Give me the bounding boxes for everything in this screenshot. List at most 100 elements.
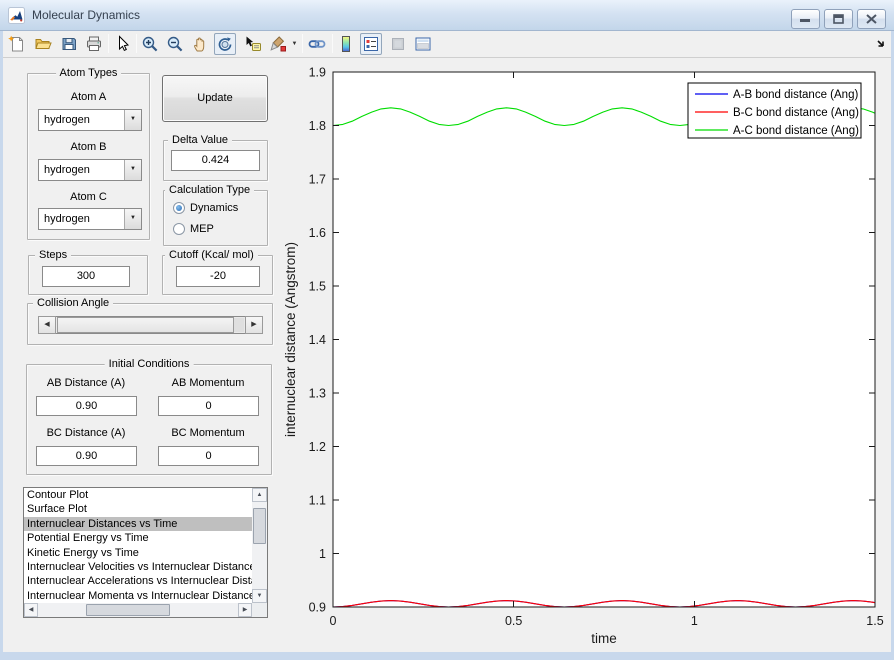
steps-field[interactable]: 300 xyxy=(42,266,130,287)
atom-a-dropdown[interactable]: hydrogen ▼ xyxy=(38,109,142,131)
toolbar-separator xyxy=(332,34,333,53)
y-tick-label: 0.9 xyxy=(309,601,326,615)
brush-icon xyxy=(270,36,286,52)
zoom-out-icon xyxy=(167,36,183,52)
bc-momentum-field[interactable]: 0 xyxy=(158,446,259,466)
window-border-bottom xyxy=(0,652,894,660)
y-axis-label: internuclear distance (Angstrom) xyxy=(283,242,298,437)
hide-plot-tools-button[interactable] xyxy=(387,33,409,55)
dynamics-radio-label: Dynamics xyxy=(190,202,239,214)
insert-legend-button[interactable] xyxy=(360,33,382,55)
brush-dropdown-caret[interactable]: ▼ xyxy=(289,33,300,55)
edit-arrow-icon xyxy=(119,35,130,52)
delta-value-field[interactable]: 0.424 xyxy=(171,150,260,171)
scrollbar-corner xyxy=(252,603,267,617)
plot-axes[interactable]: 0 0.5 1 1.5 0.9 1 1.1 1.2 1.3 1.4 1.5 1.6 1.7 1.8 1.9 t… xyxy=(280,60,894,655)
save-figure-icon xyxy=(62,38,76,50)
show-plot-tools-button[interactable] xyxy=(412,33,434,55)
insert-colorbar-button[interactable] xyxy=(335,33,357,55)
toolbar-separator xyxy=(108,34,109,53)
legend-entry-label: A-B bond distance (Ang) xyxy=(733,89,858,101)
chevron-down-icon[interactable]: ▼ xyxy=(124,209,141,229)
bc-momentum-label: BC Momentum xyxy=(171,427,245,439)
dynamics-radio[interactable] xyxy=(173,202,185,214)
open-file-button[interactable] xyxy=(32,33,54,55)
window-border-left xyxy=(0,31,3,660)
plot-type-listbox[interactable]: Contour Plot Surface Plot Internuclear Dis… xyxy=(23,487,268,618)
delta-value-title: Delta Value xyxy=(168,133,233,147)
print-figure-button[interactable] xyxy=(83,33,105,55)
minimize-button[interactable] xyxy=(791,9,820,29)
horizontal-scroll-thumb[interactable] xyxy=(86,604,170,616)
open-file-icon xyxy=(35,39,52,49)
horizontal-scrollbar[interactable]: ◀ ▶ xyxy=(24,603,252,617)
steps-title: Steps xyxy=(35,248,72,262)
y-tick-label: 1.2 xyxy=(309,440,326,454)
vertical-scrollbar[interactable]: ▲ ▼ xyxy=(252,488,267,603)
update-button[interactable]: Update xyxy=(162,75,268,122)
scroll-up-arrow[interactable]: ▲ xyxy=(252,488,267,502)
list-item[interactable]: Kinetic Energy vs Time xyxy=(24,546,252,560)
save-figure-button[interactable] xyxy=(58,33,80,55)
toolbar-separator xyxy=(302,34,303,53)
hide-plot-tools-icon xyxy=(392,38,404,50)
slider-right-arrow[interactable]: ▶ xyxy=(245,316,263,334)
list-item[interactable]: Internuclear Accelerations vs Internucle… xyxy=(24,574,252,588)
list-item[interactable]: Contour Plot xyxy=(24,488,252,502)
toolbar-separator xyxy=(136,34,137,53)
app-window: Molecular Dynamics ▼ Atom Types Atom A h… xyxy=(0,0,894,660)
slider-left-arrow[interactable]: ◀ xyxy=(38,316,56,334)
cutoff-field[interactable]: -20 xyxy=(176,266,260,287)
bc-distance-field[interactable]: 0.90 xyxy=(36,446,137,466)
scroll-right-arrow[interactable]: ▶ xyxy=(238,603,252,617)
chevron-down-icon[interactable]: ▼ xyxy=(124,160,141,180)
scroll-down-arrow[interactable]: ▼ xyxy=(252,589,267,603)
scroll-left-arrow[interactable]: ◀ xyxy=(24,603,38,617)
list-item[interactable]: Internuclear Distances vs Time xyxy=(24,516,252,532)
initial-conditions-title: Initial Conditions xyxy=(104,357,194,371)
list-item[interactable]: Surface Plot xyxy=(24,502,252,516)
mep-radio[interactable] xyxy=(173,223,185,235)
y-tick-label: 1.3 xyxy=(309,387,326,401)
atom-c-dropdown[interactable]: hydrogen ▼ xyxy=(38,208,142,230)
list-item[interactable]: Potential Energy vs Time xyxy=(24,531,252,545)
ab-momentum-field[interactable]: 0 xyxy=(158,396,259,416)
close-button[interactable] xyxy=(857,9,886,29)
ab-distance-label: AB Distance (A) xyxy=(46,377,126,389)
collision-angle-slider[interactable]: ◀ ▶ xyxy=(38,316,263,334)
mep-radio-label: MEP xyxy=(190,223,214,235)
matlab-figure-icon xyxy=(8,7,25,24)
y-tick-label: 1.8 xyxy=(309,119,326,133)
ab-distance-field[interactable]: 0.90 xyxy=(36,396,137,416)
title-bar: Molecular Dynamics xyxy=(0,0,894,31)
calculation-type-title: Calculation Type xyxy=(165,183,255,197)
mep-radio-row[interactable]: MEP xyxy=(173,222,263,236)
list-item[interactable]: Internuclear Velocities vs Internuclear … xyxy=(24,560,252,574)
toolbar-overflow-icon[interactable] xyxy=(876,36,888,54)
pan-button[interactable] xyxy=(189,33,211,55)
link-plot-button[interactable] xyxy=(306,33,328,55)
chevron-down-icon[interactable]: ▼ xyxy=(124,110,141,130)
atom-types-title: Atom Types xyxy=(55,66,122,80)
brush-button[interactable] xyxy=(267,33,289,55)
edit-plot-button[interactable] xyxy=(111,33,133,55)
minimize-icon xyxy=(800,19,810,22)
close-icon xyxy=(866,14,877,24)
zoom-in-button[interactable] xyxy=(139,33,161,55)
dynamics-radio-row[interactable]: Dynamics xyxy=(173,201,263,215)
list-item[interactable]: Internuclear Momenta vs Internuclear Dis… xyxy=(24,589,252,603)
data-cursor-button[interactable] xyxy=(242,33,264,55)
link-plot-icon xyxy=(308,40,326,48)
atom-b-dropdown[interactable]: hydrogen ▼ xyxy=(38,159,142,181)
zoom-out-button[interactable] xyxy=(164,33,186,55)
slider-thumb[interactable] xyxy=(57,317,234,333)
new-figure-button[interactable] xyxy=(6,33,28,55)
restore-button[interactable] xyxy=(824,9,853,29)
rotate-3d-button[interactable] xyxy=(214,33,236,55)
insert-legend-icon xyxy=(364,37,378,51)
rotate-3d-icon xyxy=(218,37,232,51)
vertical-scroll-thumb[interactable] xyxy=(253,508,266,544)
y-tick-label: 1.7 xyxy=(309,173,326,187)
calculation-type-panel: Calculation Type xyxy=(163,183,268,246)
x-tick-label: 0.5 xyxy=(505,614,522,628)
